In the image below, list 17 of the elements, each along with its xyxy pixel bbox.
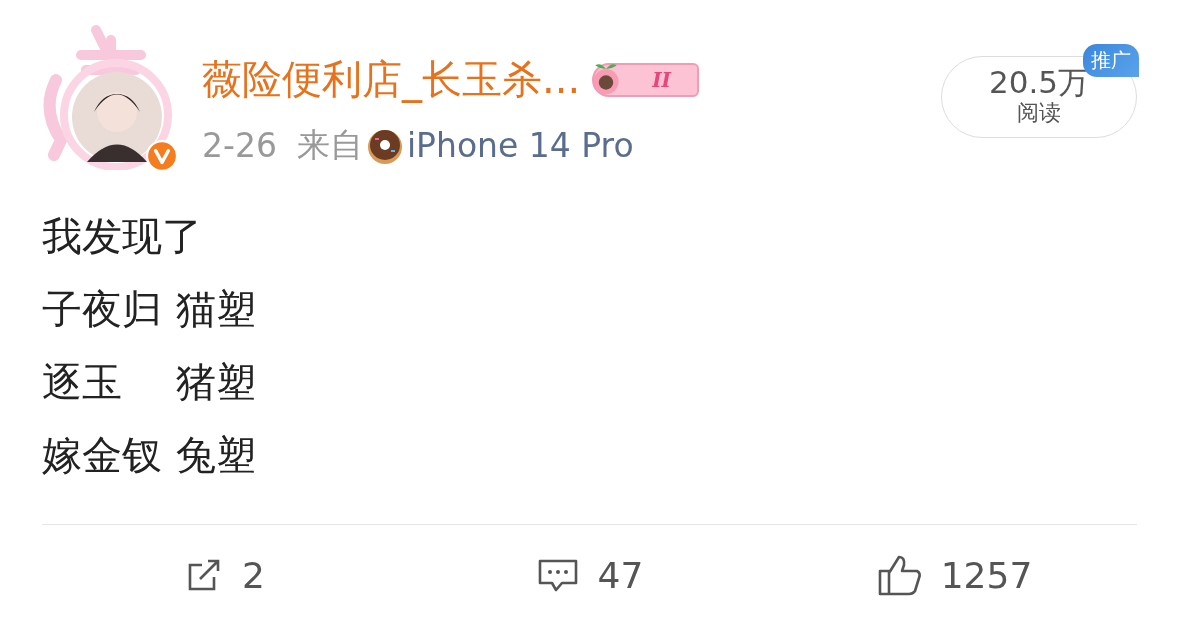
source-label: 来自 — [296, 124, 363, 166]
read-label: 阅读 — [1017, 99, 1061, 128]
like-button[interactable]: 1257 — [772, 553, 1137, 597]
post-text: 子夜归 — [42, 285, 163, 334]
post-text: 兔塑 — [176, 431, 256, 480]
post-text: 我发现了 — [42, 212, 203, 261]
post-text: 猪塑 — [176, 358, 256, 407]
post-date: 2-26 — [202, 126, 277, 165]
post-text: 逐玉 — [42, 358, 123, 407]
repost-button[interactable]: 2 — [42, 553, 407, 597]
comment-button[interactable]: 47 — [407, 553, 772, 597]
post-text: 猫塑 — [176, 285, 256, 334]
level-badge: II — [592, 62, 699, 97]
avatar[interactable] — [72, 72, 162, 162]
post-text: 嫁金钗 — [42, 431, 163, 480]
device-link[interactable]: iPhone 14 Pro — [406, 126, 634, 165]
thumbs-up-icon — [876, 553, 923, 597]
